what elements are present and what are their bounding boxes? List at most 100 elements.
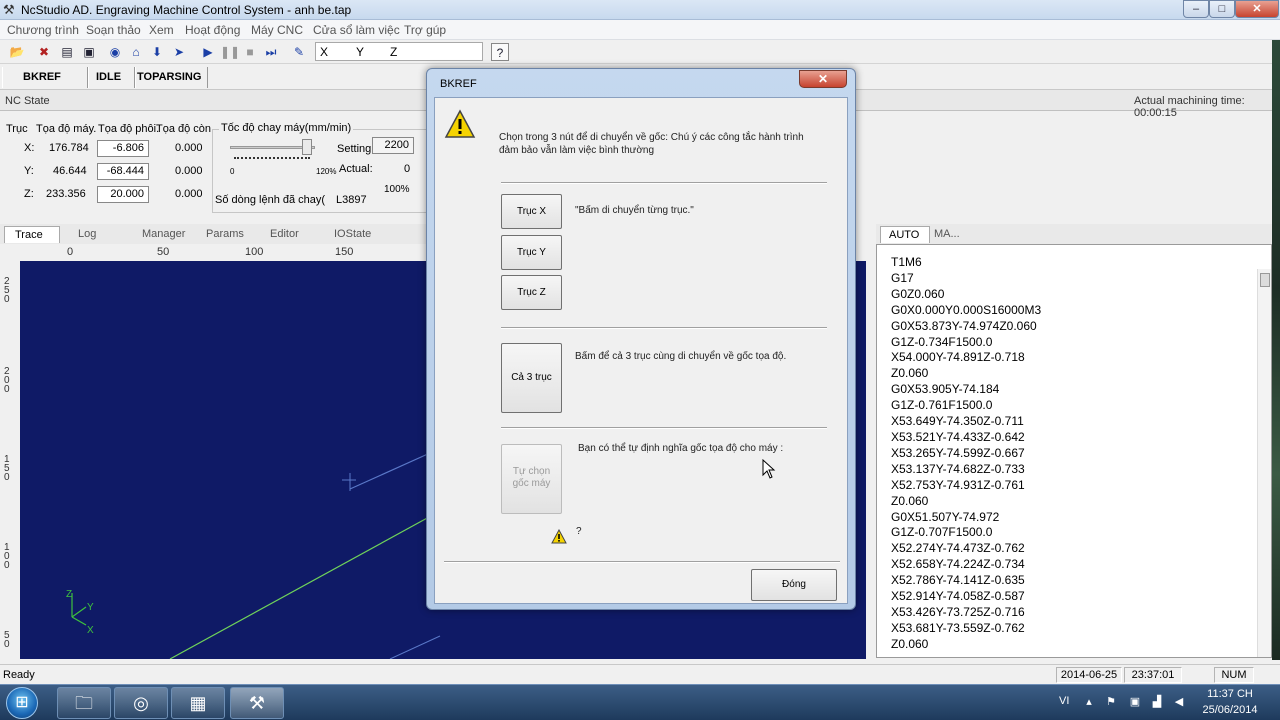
step-icon[interactable]: ⏭ [262,43,280,61]
custom-origin-label-1: Tự chọn [512,466,551,477]
tray-device-icon[interactable]: ▣ [1128,695,1142,709]
home-axis-icon[interactable]: ⌂ [127,43,145,61]
gcode-line[interactable]: X53.649Y-74.350Z-0.711 [891,414,1041,430]
gcode-line[interactable]: G0X0.000Y0.000S16000M3 [891,303,1041,319]
minimize-button[interactable]: – [1183,0,1209,18]
work-y-value[interactable]: -68.444 [97,163,149,180]
tab-manual[interactable]: MA... [934,226,960,243]
mode-indicator: BKREF [2,67,88,88]
mouse-cursor-icon [762,459,776,479]
home-all-button[interactable]: Cả 3 trục [501,343,562,413]
axis-x-label: X [320,45,329,59]
tab-params[interactable]: Params [206,226,244,243]
gcode-line[interactable]: T1M6 [891,255,1041,271]
device-task-icon[interactable]: ▦ [171,687,225,719]
gcode-line[interactable]: Z0.060 [891,637,1041,653]
work-x-value[interactable]: -6.806 [97,140,149,157]
tray-arrow-icon[interactable]: ▴ [1082,695,1096,709]
signal-icon[interactable]: ◉ [106,43,124,61]
tab-auto[interactable]: AUTO [880,226,930,243]
open-folder-icon[interactable]: 📂 [8,43,26,61]
chrome-task-icon[interactable]: ◎ [114,687,168,719]
gcode-line[interactable]: Z0.060 [891,494,1041,510]
gcode-line[interactable]: X53.521Y-74.433Z-0.642 [891,430,1041,446]
language-indicator[interactable]: VI [1059,695,1069,707]
tab-iostate[interactable]: IOState [334,226,371,243]
axis-y-row-label: Y: [24,165,34,177]
gcode-line[interactable]: G1Z-0.761F1500.0 [891,398,1041,414]
gcode-line[interactable]: X52.274Y-74.473Z-0.762 [891,541,1041,557]
menu-bar: Chương trình Soạn thảo Xem Hoạt động Máy… [0,20,1280,40]
work-z-value[interactable]: 20.000 [97,186,149,203]
gcode-line[interactable]: G1Z-0.734F1500.0 [891,335,1041,351]
gcode-line[interactable]: X52.914Y-74.058Z-0.587 [891,589,1041,605]
menu-cnc[interactable]: Máy CNC [251,23,303,37]
tab-editor[interactable]: Editor [270,226,299,243]
gcode-line[interactable]: X53.265Y-74.599Z-0.667 [891,446,1041,462]
dialog-close-button[interactable]: ✕ [799,70,847,88]
gcode-line[interactable]: G1Z-0.707F1500.0 [891,525,1041,541]
menu-view[interactable]: Xem [149,23,174,37]
gcode-line[interactable]: X53.681Y-73.559Z-0.762 [891,621,1041,637]
speed-slider-thumb[interactable] [302,139,312,155]
gcode-line[interactable]: X52.658Y-74.224Z-0.734 [891,557,1041,573]
tab-manager[interactable]: Manager [142,226,185,243]
gcode-line[interactable]: X53.137Y-74.682Z-0.733 [891,462,1041,478]
clock-date[interactable]: 25/06/2014 [1195,704,1265,716]
help-icon[interactable]: ? [491,43,509,61]
start-button[interactable]: ⊞ [6,687,38,719]
pause-icon[interactable]: ❚❚ [220,43,240,61]
home-y-button[interactable]: Trục Y [501,235,562,270]
gcode-line[interactable]: G0Z0.060 [891,287,1041,303]
tab-log[interactable]: Log [78,226,96,243]
gcode-line[interactable]: Z0.060 [891,366,1041,382]
gcode-line[interactable]: X53.426Y-73.725Z-0.716 [891,605,1041,621]
close-button[interactable]: ✕ [1235,0,1279,18]
question-mark: ? [576,526,582,537]
start-icon[interactable]: ▶ [199,43,217,61]
gcode-line[interactable]: X52.753Y-74.931Z-0.761 [891,478,1041,494]
speed-slider[interactable] [230,138,315,159]
save-icon[interactable]: ▣ [80,43,98,61]
ncstudio-task-icon[interactable]: ⚒ [230,687,284,719]
gcode-scroll-thumb[interactable] [1260,273,1270,287]
goto-icon[interactable]: ➤ [170,43,188,61]
gcode-line[interactable]: G0X51.507Y-74.972 [891,510,1041,526]
app-icon[interactable]: ⚒ [3,2,18,17]
tray-flag-icon[interactable]: ⚑ [1104,695,1118,709]
menu-operation[interactable]: Hoạt động [185,23,240,37]
home-x-button[interactable]: Trục X [501,194,562,229]
gcode-list[interactable]: T1M6 G17 G0Z0.060 G0X0.000Y0.000S16000M3 G0X… [891,255,1041,653]
dialog-ok-button[interactable]: Đóng [751,569,837,601]
menu-help[interactable]: Trợ gúp [404,23,446,37]
num-lock-indicator: NUM [1214,667,1254,683]
tab-trace[interactable]: Trace [4,226,60,243]
menu-edit[interactable]: Soạn thảo [86,23,141,37]
tray-volume-icon[interactable]: ◀ [1172,695,1186,709]
close-file-icon[interactable]: ✖ [35,43,53,61]
download-icon[interactable]: ⬇ [148,43,166,61]
maximize-button[interactable]: □ [1209,0,1235,18]
gcode-line[interactable]: X54.000Y-74.891Z-0.718 [891,350,1041,366]
home-z-button[interactable]: Trục Z [501,275,562,310]
gcode-scrollbar[interactable] [1257,269,1271,657]
tray-network-icon[interactable]: ▟ [1150,695,1164,709]
gcode-line[interactable]: G17 [891,271,1041,287]
custom-origin-label-2: gốc máy [512,478,551,489]
list-icon[interactable]: ▤ [58,43,76,61]
ruler-tick: 150 [335,246,354,258]
menu-program[interactable]: Chương trình [7,23,79,37]
pen-icon[interactable]: ✎ [290,43,308,61]
gcode-line[interactable]: X52.786Y-74.141Z-0.635 [891,573,1041,589]
explorer-task-icon[interactable]: 🗀 [57,687,111,719]
separator [501,182,827,184]
gcode-line[interactable]: G0X53.905Y-74.184 [891,382,1041,398]
header-axis: Trục [6,123,28,135]
small-warning-icon [551,529,567,544]
gcode-line[interactable]: G0X53.873Y-74.974Z0.060 [891,319,1041,335]
setting-value[interactable]: 2200 [372,137,414,154]
stop-icon[interactable]: ■ [241,43,259,61]
menu-window[interactable]: Cửa sổ làm việc [313,23,400,37]
clock-time[interactable]: 11:37 CH [1195,688,1265,700]
remain-y-value: 0.000 [175,165,203,177]
